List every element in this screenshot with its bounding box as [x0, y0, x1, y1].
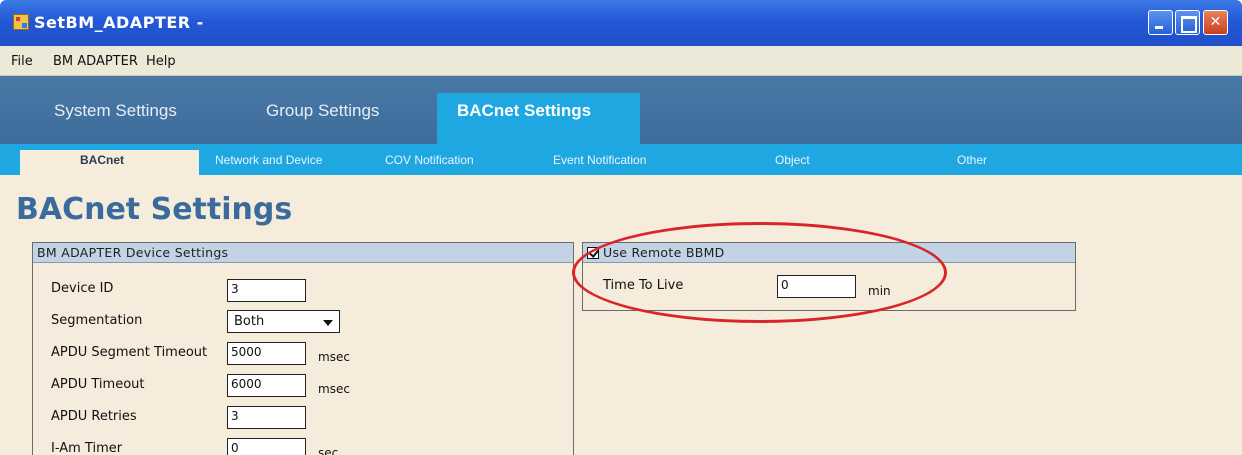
annotation-highlight-oval [572, 222, 947, 323]
maximize-button[interactable] [1175, 10, 1200, 35]
app-icon [13, 14, 29, 30]
apdu-segment-timeout-label: APDU Segment Timeout [51, 345, 208, 360]
apdu-retries-label: APDU Retries [51, 409, 137, 424]
apdu-timeout-field[interactable]: 6000 [227, 374, 306, 397]
minimize-button[interactable] [1148, 10, 1173, 35]
segmentation-label: Segmentation [51, 313, 143, 328]
device-id-label: Device ID [51, 281, 114, 296]
content-area: BACnet Settings BM ADAPTER Device Settin… [0, 175, 1242, 455]
subtab-other[interactable]: Other [957, 153, 987, 167]
i-am-timer-label: I-Am Timer [51, 441, 123, 455]
subtab-bacnet[interactable]: BACnet [80, 153, 124, 167]
window-title: SetBM_ADAPTER - [34, 13, 204, 32]
tab-system-settings[interactable]: System Settings [54, 101, 177, 121]
i-am-timer-field[interactable]: 0 [227, 438, 306, 455]
i-am-timer-unit: sec [318, 446, 339, 455]
apdu-timeout-label: APDU Timeout [51, 377, 145, 392]
sub-tab-bar: BACnet Network and Device COV Notificati… [0, 144, 1242, 175]
page-title: BACnet Settings [16, 192, 293, 227]
tab-group-settings[interactable]: Group Settings [266, 101, 379, 121]
menu-bm-adapter[interactable]: BM ADAPTER [53, 54, 138, 69]
tab-bacnet-settings[interactable]: BACnet Settings [457, 101, 591, 121]
apdu-retries-field[interactable]: 3 [227, 406, 306, 429]
title-bar: SetBM_ADAPTER - ✕ [0, 0, 1242, 46]
device-id-field[interactable]: 3 [227, 279, 306, 302]
chevron-down-icon[interactable] [323, 320, 333, 326]
apdu-segment-timeout-unit: msec [318, 350, 350, 364]
subtab-network-and-device[interactable]: Network and Device [215, 153, 322, 167]
subtab-object[interactable]: Object [775, 153, 810, 167]
segmentation-select[interactable]: Both [227, 310, 340, 333]
device-settings-header: BM ADAPTER Device Settings [33, 243, 573, 263]
main-tab-bar: System Settings Group Settings BACnet Se… [0, 76, 1242, 145]
apdu-segment-timeout-field[interactable]: 5000 [227, 342, 306, 365]
apdu-timeout-unit: msec [318, 382, 350, 396]
segmentation-value: Both [234, 314, 265, 329]
subtab-cov-notification[interactable]: COV Notification [385, 153, 474, 167]
menu-help[interactable]: Help [146, 54, 176, 69]
device-settings-group: BM ADAPTER Device Settings Device ID 3 S… [32, 242, 574, 455]
close-button[interactable]: ✕ [1203, 10, 1228, 35]
menu-file[interactable]: File [11, 54, 33, 69]
menu-bar: File BM ADAPTER Help [0, 46, 1242, 76]
subtab-event-notification[interactable]: Event Notification [553, 153, 646, 167]
